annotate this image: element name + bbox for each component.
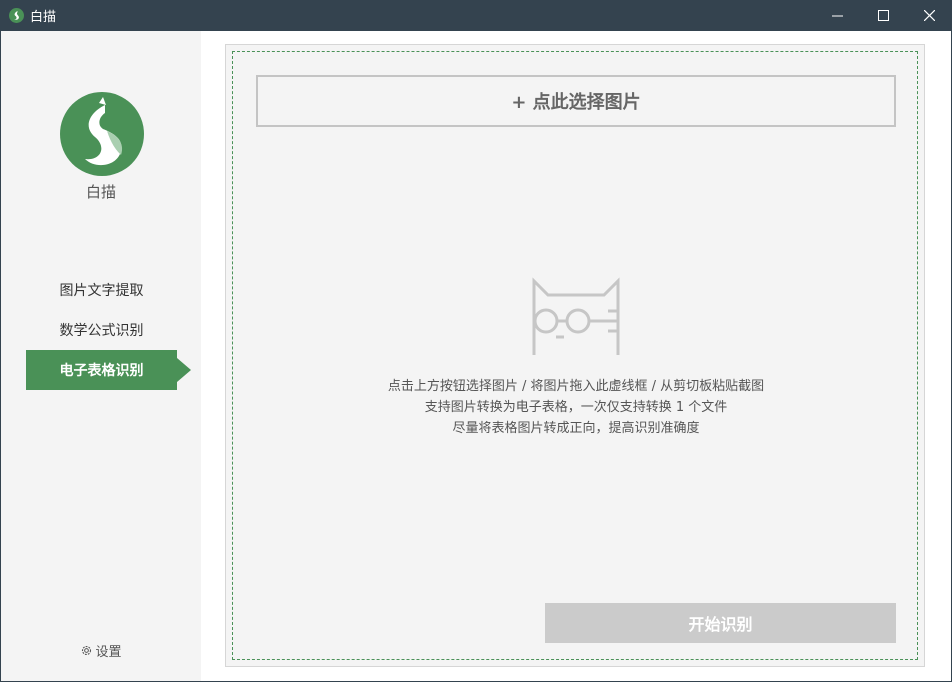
- select-image-button[interactable]: + 点此选择图片: [256, 75, 896, 127]
- nav-item-spreadsheet[interactable]: 电子表格识别: [26, 350, 191, 390]
- sidebar: 白描 图片文字提取 数学公式识别 电子表格识别 设置: [1, 31, 201, 681]
- window-title: 白描: [30, 10, 57, 25]
- app-window: 白描 图片文字提取 数学公式识别 电子表格识别 设置 + 点此选择图片 点击上方…: [1, 31, 951, 681]
- minimize-icon: [831, 15, 843, 17]
- title-bar: 白描: [0, 0, 952, 31]
- hint-line-2: 支持图片转换为电子表格，一次仅支持转换 1 个文件: [424, 400, 728, 415]
- main-area: + 点此选择图片 点击上方按钮选择图片 / 将图片拖入此虚线框 / 从剪切板粘贴…: [201, 31, 951, 681]
- start-recognition-button[interactable]: 开始识别: [545, 603, 896, 643]
- settings-label: 设置: [95, 645, 122, 660]
- app-logo-icon: [9, 8, 24, 23]
- minimize-button[interactable]: [814, 0, 860, 31]
- gear-icon: [82, 645, 92, 656]
- settings-button[interactable]: 设置: [1, 641, 201, 660]
- maximize-icon: [877, 10, 889, 21]
- app-logo-icon: [60, 92, 144, 176]
- close-icon: [923, 10, 935, 21]
- nav-item-math-formula[interactable]: 数学公式识别: [26, 310, 177, 350]
- drop-zone[interactable]: + 点此选择图片 点击上方按钮选择图片 / 将图片拖入此虚线框 / 从剪切板粘贴…: [225, 44, 925, 667]
- nav-item-image-text[interactable]: 图片文字提取: [26, 270, 177, 310]
- brand-name: 白描: [85, 183, 116, 201]
- hint-line-1: 点击上方按钮选择图片 / 将图片拖入此虚线框 / 从剪切板粘贴截图: [387, 379, 765, 394]
- maximize-button[interactable]: [860, 0, 906, 31]
- cat-glasses-icon: [532, 277, 620, 355]
- hint-line-3: 尽量将表格图片转成正向，提高识别准确度: [452, 421, 700, 436]
- close-button[interactable]: [906, 0, 952, 31]
